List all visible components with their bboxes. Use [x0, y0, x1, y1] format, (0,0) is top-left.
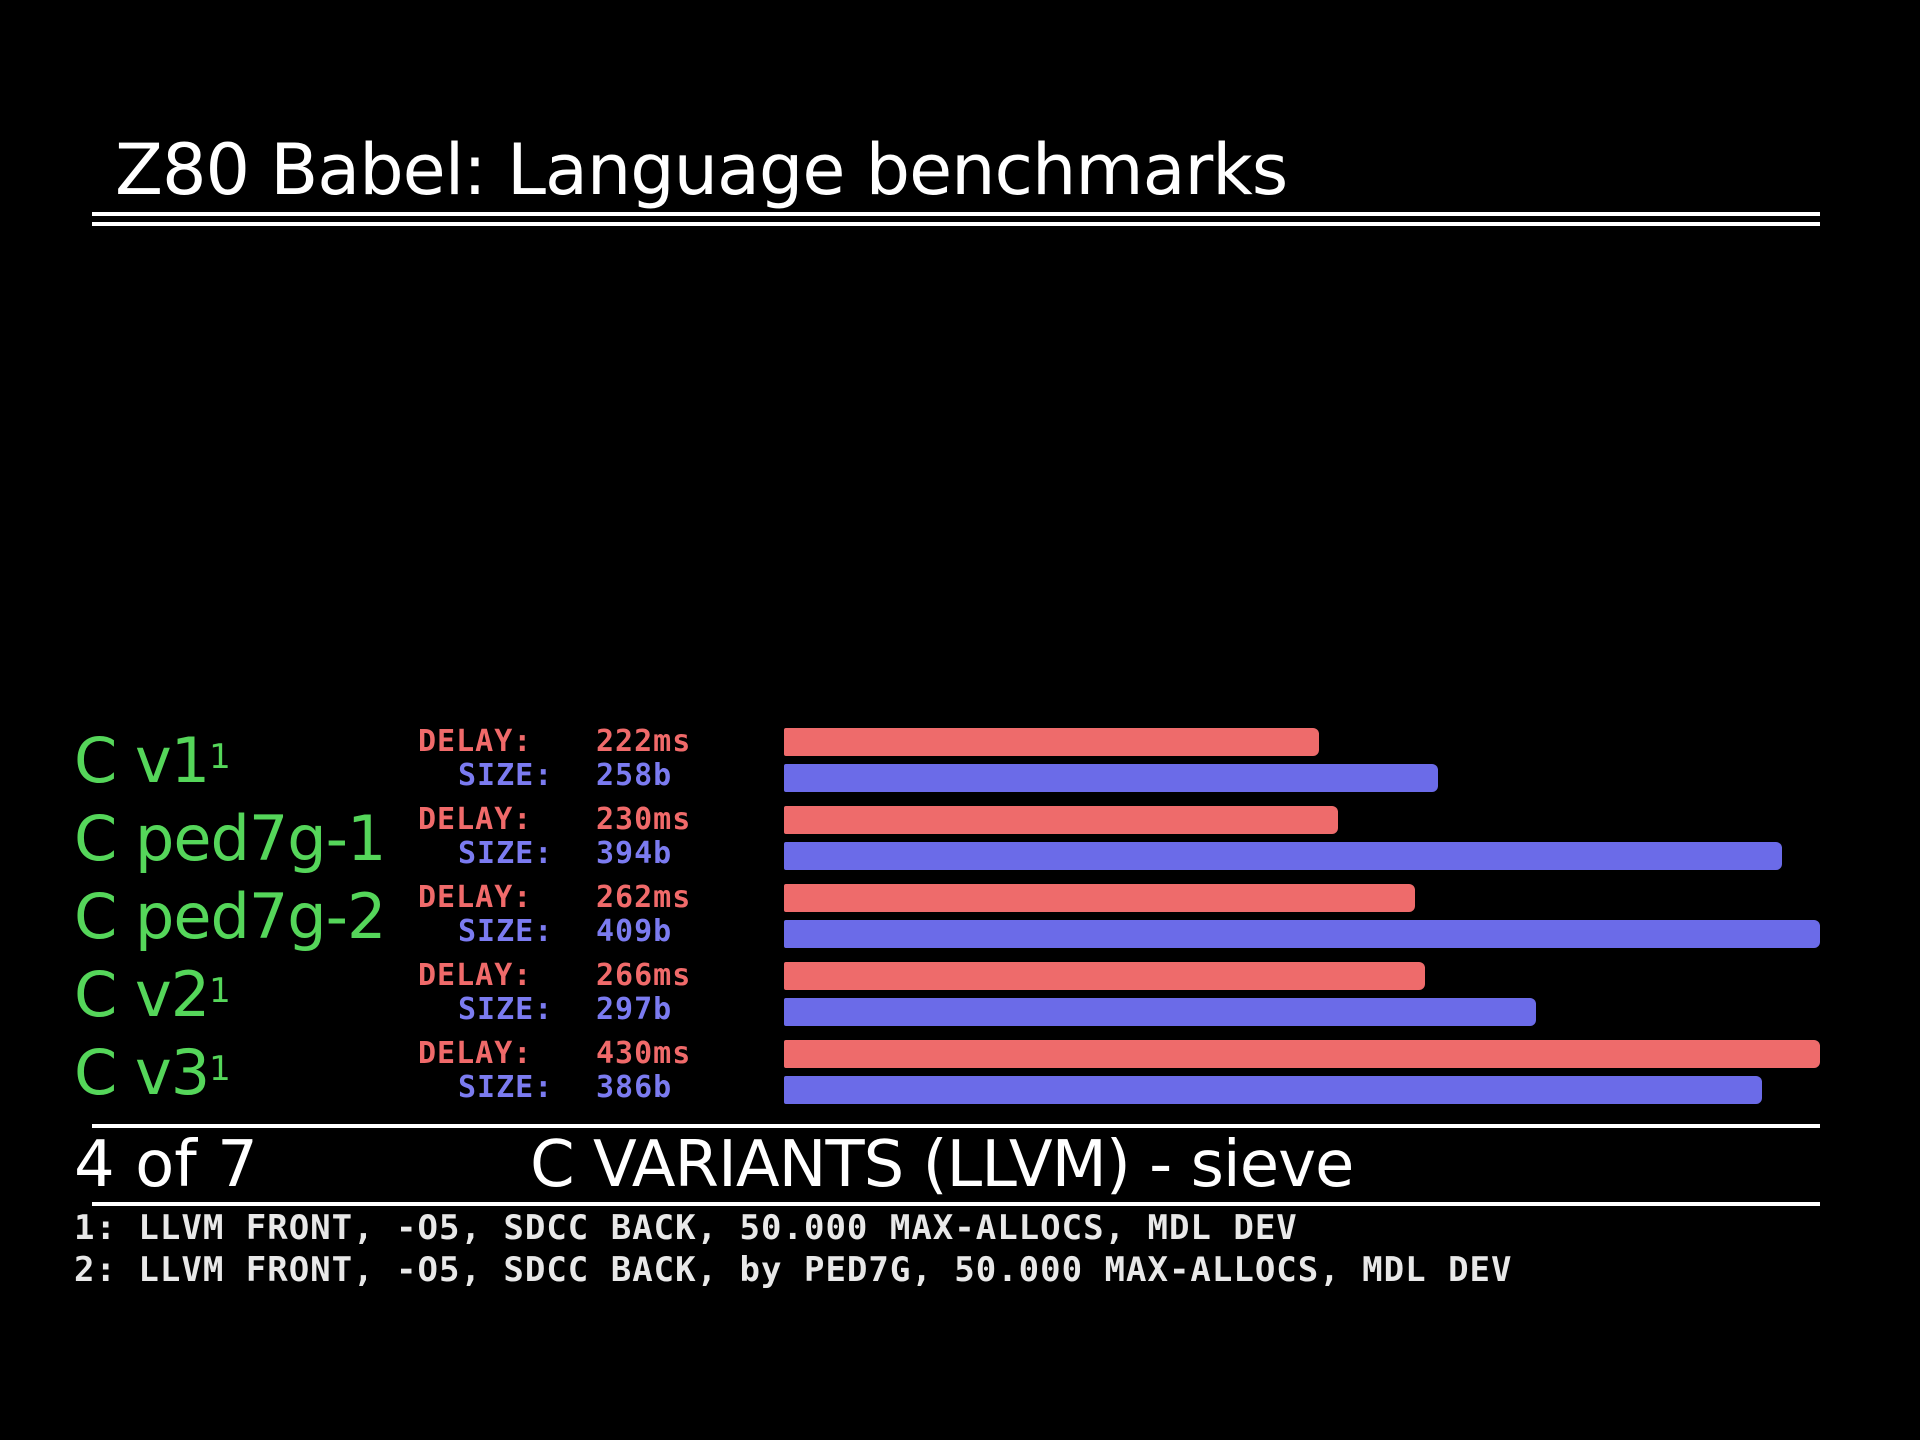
row-name: C ped7g-2 [74, 880, 386, 953]
delay-value: 230ms [596, 802, 692, 837]
delay-bar [784, 1040, 1820, 1068]
size-value: 386b [596, 1070, 673, 1105]
benchmark-screen: Z80 Babel: Language benchmarks C v11 DELA… [0, 0, 1920, 1440]
footnote-2: 2: LLVM FRONT, -O5, SDCC BACK, by PED7G,… [74, 1250, 1513, 1290]
delay-bar [784, 962, 1425, 990]
size-value: 258b [596, 758, 673, 793]
delay-bar [784, 884, 1415, 912]
size-bar [784, 998, 1536, 1026]
delay-label: DELAY: [418, 802, 533, 837]
size-label: SIZE: [458, 758, 554, 793]
delay-label: DELAY: [418, 958, 533, 993]
footnote-1: 1: LLVM FRONT, -O5, SDCC BACK, 50.000 MA… [74, 1208, 1298, 1248]
size-value: 394b [596, 836, 673, 871]
size-bar [784, 920, 1820, 948]
row-footnote-mark: 1 [209, 737, 231, 777]
row-label: C v31 [74, 1042, 231, 1104]
row-name: C ped7g-1 [74, 802, 386, 875]
delay-label: DELAY: [418, 1036, 533, 1071]
title-rule-top [92, 212, 1820, 216]
delay-bar [784, 728, 1319, 756]
size-label: SIZE: [458, 836, 554, 871]
size-label: SIZE: [458, 992, 554, 1027]
page-title: Z80 Babel: Language benchmarks [115, 129, 1288, 211]
row-label: C v11 [74, 730, 231, 792]
delay-value: 430ms [596, 1036, 692, 1071]
delay-value: 262ms [596, 880, 692, 915]
delay-value: 222ms [596, 724, 692, 759]
size-value: 409b [596, 914, 673, 949]
size-bar [784, 842, 1782, 870]
delay-value: 266ms [596, 958, 692, 993]
row-footnote-mark: 1 [209, 971, 231, 1011]
row-label: C ped7g-1 [74, 808, 386, 870]
row-label: C ped7g-2 [74, 886, 386, 948]
row-footnote-mark: 1 [209, 1049, 231, 1089]
footer-rule-bottom [92, 1202, 1820, 1206]
size-bar [784, 764, 1438, 792]
page-indicator: 4 of 7 [74, 1128, 258, 1202]
chart-title: C VARIANTS (LLVM) - sieve [530, 1128, 1354, 1202]
size-label: SIZE: [458, 914, 554, 949]
delay-label: DELAY: [418, 880, 533, 915]
row-name: C v3 [74, 1036, 210, 1109]
size-bar [784, 1076, 1762, 1104]
row-name: C v2 [74, 958, 210, 1031]
delay-bar [784, 806, 1338, 834]
delay-label: DELAY: [418, 724, 533, 759]
row-name: C v1 [74, 724, 210, 797]
title-rule-bottom [92, 222, 1820, 226]
row-label: C v21 [74, 964, 231, 1026]
size-label: SIZE: [458, 1070, 554, 1105]
size-value: 297b [596, 992, 673, 1027]
